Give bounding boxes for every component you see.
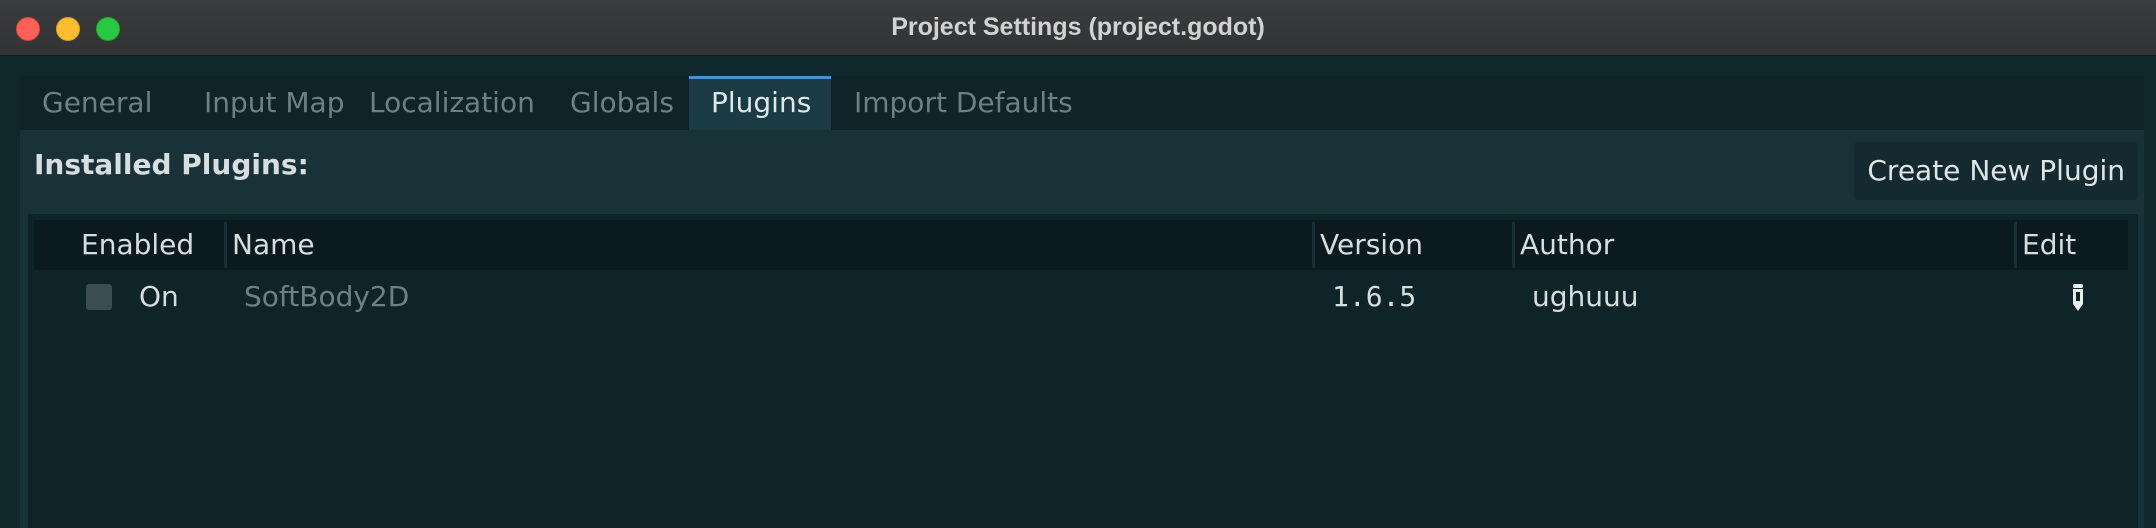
plugin-enabled-label[interactable]: On [139,272,179,322]
plugin-name: SoftBody2D [244,280,410,313]
plugin-enabled-checkbox[interactable] [86,284,112,310]
settings-tab-bar: General Input Map Localization Globals P… [20,76,2144,130]
column-divider [1312,222,1315,268]
column-header-enabled[interactable]: Enabled [81,220,194,270]
table-row[interactable]: On SoftBody2D 1.6.5 ughuuu [34,272,2128,322]
settings-content: General Input Map Localization Globals P… [0,56,2156,528]
column-header-name[interactable]: Name [232,220,315,270]
installed-plugins-heading: Installed Plugins: [34,148,309,181]
column-header-edit[interactable]: Edit [2022,220,2076,270]
plugin-author: ughuuu [1532,280,1639,313]
column-divider [1512,222,1515,268]
plugins-table: Enabled Name Version Author Edit On Soft… [28,214,2138,528]
column-header-version[interactable]: Version [1320,220,1423,270]
tab-input-map[interactable]: Input Map [182,76,367,130]
plugin-version: 1.6.5 [1332,280,1417,313]
plugins-panel: Installed Plugins: Create New Plugin Ena… [20,130,2144,528]
pencil-icon[interactable] [2070,282,2086,312]
column-divider [2014,222,2017,268]
tab-localization[interactable]: Localization [347,76,557,130]
tab-general[interactable]: General [20,76,174,130]
column-divider [224,222,227,268]
tab-import-defaults[interactable]: Import Defaults [832,76,1095,130]
project-settings-window: Project Settings (project.godot) General… [0,0,2156,528]
tab-globals[interactable]: Globals [548,76,696,130]
title-bar[interactable]: Project Settings (project.godot) [0,0,2156,56]
window-title: Project Settings (project.godot) [891,13,1265,41]
create-new-plugin-button[interactable]: Create New Plugin [1854,142,2138,200]
tab-plugins[interactable]: Plugins [689,76,831,130]
plugins-table-header: Enabled Name Version Author Edit [34,220,2128,270]
column-header-author[interactable]: Author [1520,220,1614,270]
